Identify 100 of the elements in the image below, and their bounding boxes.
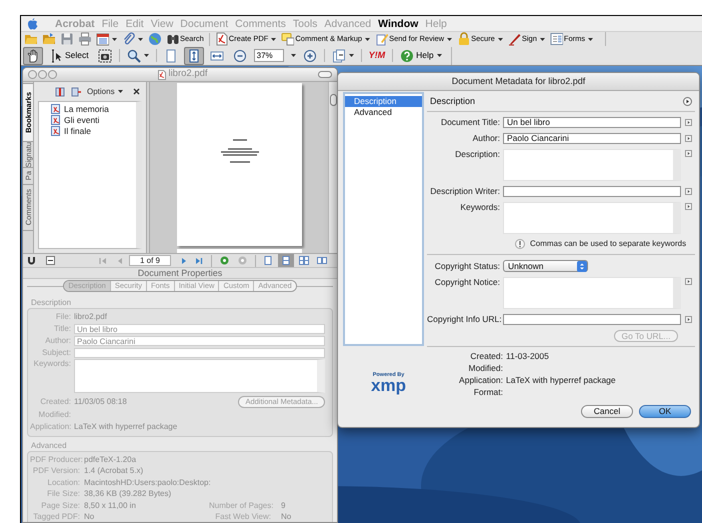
triangle-icon	[685, 135, 692, 142]
text-field[interactable]: Paolo Ciancarini	[503, 133, 681, 144]
bookmark-page-icon	[51, 126, 62, 136]
magnifier-icon	[126, 48, 141, 62]
caret-icon	[365, 38, 370, 40]
field-label: Tagged PDF:	[32, 512, 80, 522]
dialog-title: Document Metadata for libro2.pdf	[338, 73, 699, 91]
toolbar-button[interactable]	[121, 32, 144, 46]
category-item[interactable]: Advanced	[345, 107, 422, 118]
help-icon	[400, 48, 414, 62]
continuous-page-icon	[281, 256, 291, 265]
triangle-icon	[685, 119, 692, 126]
page-icon	[164, 48, 178, 62]
play-circle-icon	[683, 97, 692, 106]
section-menu-button[interactable]	[683, 97, 692, 106]
field-label: Number of Pages:	[209, 500, 271, 511]
view-mode-button[interactable]	[314, 254, 330, 267]
previous-page-icon	[117, 256, 123, 264]
triangle-icon	[685, 278, 692, 285]
field-label: Keywords:	[32, 359, 71, 369]
text-field[interactable]	[74, 348, 325, 358]
text-field[interactable]: Paolo Ciancarini	[74, 336, 325, 346]
info-label: Modified:	[468, 362, 503, 374]
zoom-out-icon	[232, 48, 247, 62]
info-value: LaTeX with hyperref package	[506, 374, 616, 386]
fit-width-icon	[210, 48, 224, 62]
category-item[interactable]: Description	[345, 96, 422, 107]
caret-icon	[271, 38, 276, 40]
view-mode-button[interactable]	[296, 254, 312, 267]
globe-icon	[148, 32, 161, 46]
pdf-file-icon	[158, 70, 166, 80]
info-label: Created:	[469, 350, 503, 362]
field-label: Document Title:	[440, 117, 501, 128]
field-value: libro2.pdf	[74, 312, 107, 322]
close-panel-button[interactable]	[133, 88, 140, 95]
copyright-status-dropdown[interactable]: Unknown	[503, 260, 588, 272]
field-value: 9	[281, 500, 286, 511]
bookmark-item[interactable]: Gli eventi	[51, 114, 136, 125]
bookmark-page-icon	[51, 104, 62, 114]
field-value: pdfeTeX-1.20a	[84, 454, 138, 465]
field-label: Location:	[46, 478, 80, 488]
toolbar-button[interactable]	[147, 32, 162, 46]
toolbar-button[interactable]	[59, 32, 74, 46]
field-value: No	[281, 512, 292, 522]
text-field[interactable]: Un bel libro	[74, 324, 325, 334]
field-menu-button[interactable]	[685, 278, 692, 285]
field-label: Description Writer:	[429, 186, 501, 197]
field-menu-button[interactable]	[685, 316, 692, 323]
tool-button[interactable]: Y!M	[366, 46, 388, 64]
text-field[interactable]	[503, 186, 681, 197]
go-back-icon	[220, 256, 229, 265]
bookmark-item[interactable]: La memoria	[51, 103, 136, 114]
view-mode-button[interactable]	[278, 254, 294, 267]
caret-icon	[540, 38, 545, 40]
caret-icon	[588, 38, 594, 40]
toolbar-toggle-icon	[318, 71, 332, 78]
binoculars-icon	[166, 32, 179, 46]
hint-text: Commas can be used to separate keywords	[530, 238, 686, 250]
bookmark-item[interactable]: Il finale	[51, 125, 136, 136]
first-page-icon	[99, 256, 107, 264]
field-menu-button[interactable]	[685, 119, 692, 126]
apple-icon	[27, 18, 38, 30]
field-menu-button[interactable]	[685, 203, 692, 210]
single-page-icon	[263, 256, 273, 265]
stepper-icon	[577, 260, 587, 272]
zoom-field[interactable]: 37%	[254, 49, 284, 62]
dialog-button[interactable]: Cancel	[581, 405, 633, 418]
field-menu-button[interactable]	[685, 135, 692, 142]
field-menu-button[interactable]	[685, 150, 692, 157]
tool-button[interactable]	[184, 46, 204, 64]
field-label: Title:	[52, 324, 71, 334]
go-forward-icon	[238, 256, 247, 265]
toolbar-button[interactable]	[95, 32, 118, 46]
menu-item[interactable]: Window	[378, 18, 418, 30]
field-label: Copyright Info URL:	[427, 314, 503, 325]
tool-button[interactable]	[23, 46, 43, 64]
folder-icon	[24, 32, 37, 46]
dialog-button[interactable]: OK	[639, 405, 691, 418]
field-value: No	[84, 512, 96, 522]
options-menu-button[interactable]: Options	[87, 86, 123, 98]
zoom-in-icon	[302, 48, 317, 62]
triangle-icon	[685, 316, 692, 323]
field-label: File Size:	[46, 489, 80, 500]
page-number-field[interactable]: 1 of 9	[129, 255, 171, 266]
triangle-icon	[685, 150, 692, 157]
toolbar-button[interactable]	[77, 32, 92, 46]
info-label: Format:	[472, 386, 503, 398]
minus-page-icon	[46, 256, 55, 265]
field-menu-button[interactable]	[685, 188, 692, 195]
text-field[interactable]	[503, 314, 681, 325]
field-value: 1.4 (Acrobat 5.x)	[84, 466, 144, 476]
paperclip-icon	[122, 32, 135, 46]
close-icon	[133, 88, 140, 95]
text-field[interactable]: Un bel libro	[503, 117, 681, 128]
tool-button[interactable]: Select	[46, 46, 92, 64]
vertical-scrollbar[interactable]	[328, 82, 337, 253]
xmp-logo: xmp	[371, 378, 406, 393]
tool-button[interactable]: Help	[397, 46, 445, 64]
next-page-icon	[181, 256, 187, 264]
field-label: Page Size:	[40, 500, 80, 511]
